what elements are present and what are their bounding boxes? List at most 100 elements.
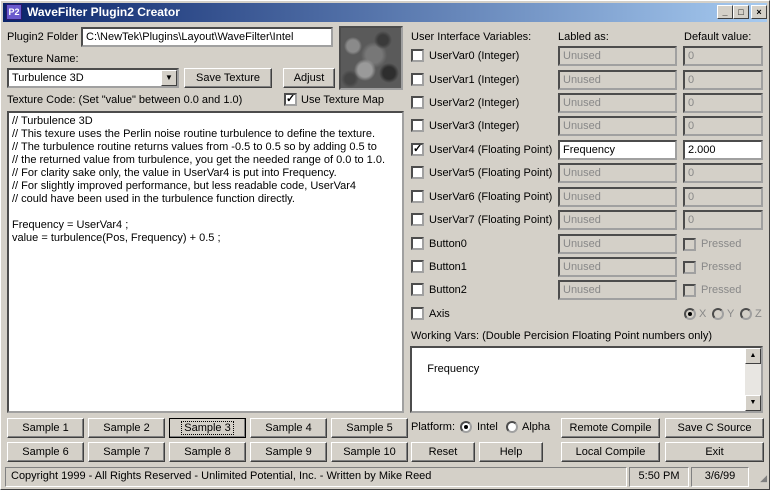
uservar5-labeled-field[interactable]: Unused (558, 163, 677, 183)
help-button[interactable]: Help (479, 442, 543, 462)
adjust-button[interactable]: Adjust (283, 68, 335, 88)
axis-y-label: Y (727, 308, 735, 320)
remote-compile-button[interactable]: Remote Compile (561, 418, 660, 438)
uservar5-label: UserVar5 (Floating Point) (429, 167, 553, 179)
working-vars-editor[interactable]: Frequency ▲ ▼ (410, 346, 763, 413)
status-time: 5:50 PM (629, 467, 689, 487)
working-vars-scrollbar[interactable]: ▲ ▼ (745, 348, 761, 411)
sample-3-button[interactable]: Sample 3 (169, 418, 246, 438)
sample-1-button[interactable]: Sample 1 (7, 418, 84, 438)
uservar1-label: UserVar1 (Integer) (429, 74, 520, 86)
texture-name-value: Turbulence 3D (12, 72, 84, 84)
uservar1-checkbox[interactable] (411, 73, 424, 86)
sample-5-button[interactable]: Sample 5 (331, 418, 408, 438)
sample-8-button[interactable]: Sample 8 (169, 442, 246, 462)
uservar0-labeled-field[interactable]: Unused (558, 46, 677, 66)
uservar3-labeled-field[interactable]: Unused (558, 116, 677, 136)
labeled-as-header: Labled as: (558, 31, 609, 43)
axis-z-radio[interactable] (740, 308, 752, 320)
sample-10-button[interactable]: Sample 10 (331, 442, 408, 462)
axis-checkbox[interactable] (411, 307, 424, 320)
uservar1-labeled-field[interactable]: Unused (558, 70, 677, 90)
platform-alpha-label: Alpha (522, 421, 551, 433)
local-compile-button[interactable]: Local Compile (561, 442, 660, 462)
sample-3-label: Sample 3 (181, 421, 234, 435)
button0-pressed-checkbox[interactable] (683, 238, 696, 251)
button2-labeled-field[interactable]: Unused (558, 280, 677, 300)
uservar4-labeled-field[interactable]: Frequency (558, 140, 677, 160)
axis-z-label: Z (755, 308, 762, 320)
uservar4-checkbox[interactable]: ✓ (411, 143, 424, 156)
uservar1-default-field[interactable]: 0 (683, 70, 763, 90)
maximize-button[interactable]: □ (733, 5, 749, 19)
button1-labeled-field[interactable]: Unused (558, 257, 677, 277)
uservar5-default-field[interactable]: 0 (683, 163, 763, 183)
platform-alpha-radio[interactable] (506, 421, 518, 433)
uservar7-labeled-field[interactable]: Unused (558, 210, 677, 230)
working-vars-label: Working Vars: (Double Percision Floating… (411, 330, 713, 342)
title-bar: P2 WaveFilter Plugin2 Creator _ □ × (3, 3, 767, 22)
uservar3-default-field[interactable]: 0 (683, 116, 763, 136)
button1-pressed-checkbox[interactable] (683, 261, 696, 274)
button0-pressed-label: Pressed (701, 238, 742, 250)
sample-9-button[interactable]: Sample 9 (250, 442, 327, 462)
save-c-source-button[interactable]: Save C Source (665, 418, 764, 438)
save-texture-button[interactable]: Save Texture (184, 68, 272, 88)
button2-label: Button2 (429, 284, 467, 296)
default-value-header: Default value: (684, 31, 752, 43)
uservar2-default-field[interactable]: 0 (683, 93, 763, 113)
window-title: WaveFilter Plugin2 Creator (27, 5, 180, 19)
uservar2-label: UserVar2 (Integer) (429, 97, 520, 109)
platform-intel-radio[interactable] (460, 421, 472, 433)
uservar0-checkbox[interactable] (411, 49, 424, 62)
button0-labeled-field[interactable]: Unused (558, 234, 677, 254)
platform-intel-label: Intel (477, 421, 498, 433)
button0-checkbox[interactable] (411, 237, 424, 250)
platform-label: Platform: (411, 421, 456, 433)
use-texture-map-checkbox[interactable]: ✓ (284, 93, 297, 106)
uservar6-label: UserVar6 (Floating Point) (429, 191, 553, 203)
ui-variables-label: User Interface Variables: (411, 31, 532, 43)
dropdown-arrow-icon[interactable]: ▼ (161, 70, 177, 86)
button2-checkbox[interactable] (411, 283, 424, 296)
button2-pressed-label: Pressed (701, 284, 742, 296)
uservar6-checkbox[interactable] (411, 190, 424, 203)
plugin-folder-field[interactable]: C:\NewTek\Plugins\Layout\WaveFilter\Inte… (81, 27, 333, 47)
uservar7-default-field[interactable]: 0 (683, 210, 763, 230)
texture-name-combo[interactable]: Turbulence 3D ▼ (7, 68, 179, 88)
button1-pressed-label: Pressed (701, 261, 742, 273)
scroll-down-icon[interactable]: ▼ (745, 395, 761, 411)
axis-y-radio[interactable] (712, 308, 724, 320)
exit-button[interactable]: Exit (665, 442, 764, 462)
reset-button[interactable]: Reset (411, 442, 475, 462)
plugin-folder-label: Plugin2 Folder : (7, 31, 85, 43)
button2-pressed-checkbox[interactable] (683, 284, 696, 297)
button1-checkbox[interactable] (411, 260, 424, 273)
uservar4-default-field[interactable]: 2.000 (683, 140, 763, 160)
resize-grip-icon[interactable]: ◢ (753, 471, 767, 485)
texture-code-editor[interactable]: // Turbulence 3D // This texure uses the… (7, 111, 404, 413)
uservar3-checkbox[interactable] (411, 119, 424, 132)
button1-label: Button1 (429, 261, 467, 273)
close-button[interactable]: × (751, 5, 767, 19)
scroll-up-icon[interactable]: ▲ (745, 348, 761, 364)
uservar0-default-field[interactable]: 0 (683, 46, 763, 66)
texture-code-label: Texture Code: (Set "value" between 0.0 a… (7, 94, 243, 106)
texture-preview-image (339, 26, 403, 90)
uservar5-checkbox[interactable] (411, 166, 424, 179)
sample-7-button[interactable]: Sample 7 (88, 442, 165, 462)
status-copyright: Copyright 1999 - All Rights Reserved - U… (5, 467, 627, 487)
sample-6-button[interactable]: Sample 6 (7, 442, 84, 462)
uservar3-label: UserVar3 (Integer) (429, 120, 520, 132)
uservar2-labeled-field[interactable]: Unused (558, 93, 677, 113)
uservar6-default-field[interactable]: 0 (683, 187, 763, 207)
minimize-button[interactable]: _ (717, 5, 733, 19)
uservar6-labeled-field[interactable]: Unused (558, 187, 677, 207)
axis-x-radio[interactable] (684, 308, 696, 320)
sample-4-button[interactable]: Sample 4 (250, 418, 327, 438)
status-date: 3/6/99 (691, 467, 749, 487)
sample-2-button[interactable]: Sample 2 (88, 418, 165, 438)
uservar7-label: UserVar7 (Floating Point) (429, 214, 553, 226)
uservar2-checkbox[interactable] (411, 96, 424, 109)
uservar7-checkbox[interactable] (411, 213, 424, 226)
